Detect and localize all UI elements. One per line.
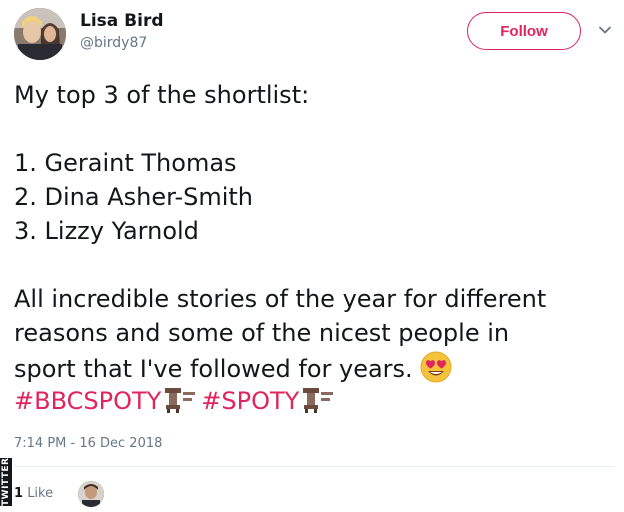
tweet-line: My top 3 of the shortlist: [14, 81, 310, 109]
tweet-last-line: sport that I've followed for years. [14, 350, 614, 384]
like-count-number: 1 [14, 486, 24, 501]
follow-button[interactable]: Follow [467, 12, 581, 50]
tweet-line: 3. Lizzy Yarnold [14, 217, 199, 245]
like-count-label: Like [27, 486, 54, 501]
tweet-line: sport that I've followed for years. [14, 355, 413, 383]
divider [14, 466, 614, 467]
tweet-timestamp[interactable]: 7:14 PM - 16 Dec 2018 [14, 436, 162, 451]
trophy-icon [301, 384, 335, 414]
like-count[interactable]: 1 Like [14, 486, 53, 501]
liker-avatar[interactable] [78, 481, 104, 507]
author-avatar[interactable] [14, 8, 66, 60]
author-handle[interactable]: @birdy87 [80, 35, 147, 51]
trophy-icon [163, 384, 197, 414]
tweet-line: 1. Geraint Thomas [14, 149, 237, 177]
hashtag-line: #BBCSPOTY #SPOTY [14, 384, 614, 418]
author-display-name[interactable]: Lisa Bird [80, 11, 164, 31]
tweet-line: All incredible stories of the year for d… [14, 285, 547, 313]
twitter-watermark: TWITTER [0, 457, 12, 506]
tweet-text: My top 3 of the shortlist: 1. Geraint Th… [14, 78, 614, 418]
hashtag-link[interactable]: #BBCSPOTY [14, 387, 161, 415]
hashtag-link[interactable]: #SPOTY [201, 387, 299, 415]
tweet-line: reasons and some of the nicest people in [14, 319, 510, 347]
chevron-down-icon[interactable] [598, 22, 612, 36]
tweet-line: 2. Dina Asher-Smith [14, 183, 254, 211]
heart-eyes-emoji-icon [419, 350, 453, 384]
